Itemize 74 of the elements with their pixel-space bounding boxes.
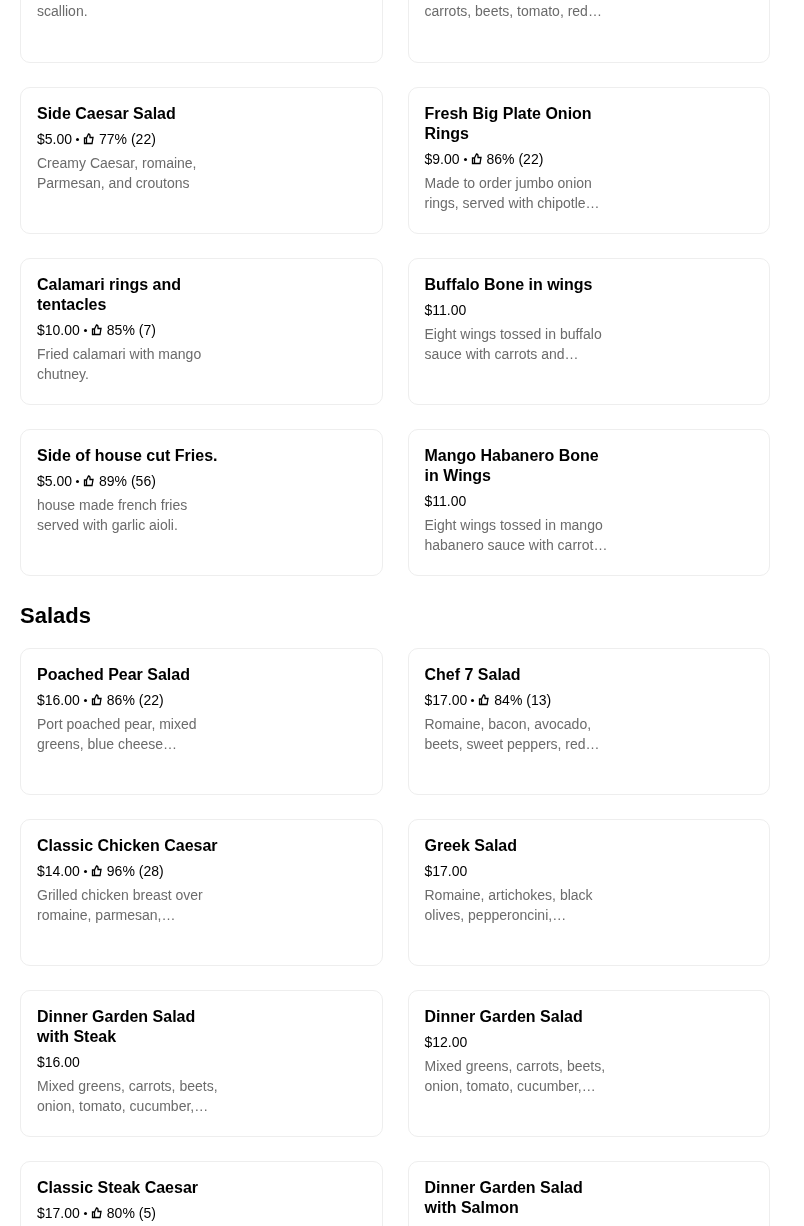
thumbs-up-icon <box>83 133 96 145</box>
item-description: Eight wings tossed in buffalo sauce with carrots and… <box>424 325 603 364</box>
item-name: Greek Salad <box>424 836 518 856</box>
item-rating: 85% (7) <box>106 321 156 340</box>
menu-item-card[interactable]: Fresh Big Plate Onion Rings $9.00 86% (22) Made to order jumbo onion rings, served with chipotle… <box>407 87 770 234</box>
item-name: Fresh Big Plate Onion Rings <box>424 104 593 144</box>
thumbs-up-icon <box>90 324 103 336</box>
thumbs-up-icon <box>478 694 491 706</box>
menu-item-card[interactable]: Dinner Garden Salad with Salmon <box>407 1161 770 1226</box>
item-description: Fried calamari with mango chutney. <box>37 345 203 384</box>
item-rating: 77% (22) <box>99 130 156 149</box>
menu-item-card[interactable]: carrots, beets, tomato, red… <box>407 0 770 63</box>
item-description: house made french fries served with garlic aioli. <box>37 496 189 535</box>
menu-item-card[interactable]: Side Caesar Salad $5.00 77% (22) Creamy Caesar, romaine, Parmesan, and croutons <box>20 87 383 234</box>
item-name: Classic Chicken Caesar <box>37 836 219 856</box>
menu-item-card[interactable]: scallion. <box>20 0 383 63</box>
item-price: $5.00 <box>37 472 73 491</box>
item-price: $16.00 <box>37 1053 80 1072</box>
item-name: Side Caesar Salad <box>37 104 177 124</box>
item-name: Dinner Garden Salad <box>424 1007 584 1027</box>
menu-item-card[interactable]: Side of house cut Fries. $5.00 89% (56) house made french fries served with garlic aioli. <box>20 429 383 576</box>
item-name: Dinner Garden Salad with Steak <box>37 1007 197 1047</box>
item-description: scallion. <box>37 2 89 21</box>
menu-item-card[interactable]: Poached Pear Salad $16.00 86% (22) Port poached pear, mixed greens, blue cheese… <box>20 648 383 795</box>
item-price: $11.00 <box>424 301 467 320</box>
item-price: $9.00 <box>424 150 460 169</box>
item-name: Side of house cut Fries. <box>37 446 219 466</box>
item-rating: 86% (22) <box>486 150 544 169</box>
menu-item-card[interactable]: Mango Habanero Bone in Wings $11.00 Eight wings tossed in mango habanero sauce with carrot… <box>407 429 770 576</box>
item-price: $17.00 <box>424 862 468 881</box>
menu-item-card[interactable]: Classic Steak Caesar $17.00 80% (5) <box>20 1161 383 1226</box>
thumbs-up-icon <box>90 865 103 877</box>
item-description: Creamy Caesar, romaine, Parmesan, and croutons <box>37 154 198 193</box>
item-description: Port poached pear, mixed greens, blue cheese… <box>37 715 198 754</box>
item-name: Buffalo Bone in wings <box>424 275 594 295</box>
item-price: $17.00 <box>37 1204 80 1223</box>
item-price: $16.00 <box>37 691 80 710</box>
item-name: Calamari rings and tentacles <box>37 275 183 315</box>
item-price: $10.00 <box>37 321 80 340</box>
item-price: $5.00 <box>37 130 73 149</box>
item-name: Classic Steak Caesar <box>37 1178 199 1198</box>
item-price: $12.00 <box>424 1033 468 1052</box>
item-description: Romaine, artichokes, black olives, pepperoncini,… <box>424 886 594 925</box>
thumbs-up-icon <box>90 694 103 706</box>
thumbs-up-icon <box>90 1207 103 1219</box>
item-price: $14.00 <box>37 862 80 881</box>
menu-item-card[interactable]: Classic Chicken Caesar $14.00 96% (28) Grilled chicken breast over romaine, parmesan,… <box>20 819 383 966</box>
thumbs-up-icon <box>470 153 483 165</box>
item-rating: 89% (56) <box>99 472 156 491</box>
item-rating: 96% (28) <box>106 862 164 881</box>
item-name: Dinner Garden Salad with Salmon <box>424 1178 584 1218</box>
menu-item-card[interactable]: Dinner Garden Salad with Steak $16.00 Mixed greens, carrots, beets, onion, tomato, cucumber,… <box>20 990 383 1137</box>
item-description: Grilled chicken breast over romaine, parmesan,… <box>37 886 204 925</box>
menu-item-card[interactable]: Chef 7 Salad $17.00 84% (13) Romaine, bacon, avocado, beets, sweet peppers, red… <box>407 648 770 795</box>
menu-item-card[interactable]: Buffalo Bone in wings $11.00 Eight wings tossed in buffalo sauce with carrots and… <box>407 258 770 405</box>
item-price: $17.00 <box>424 691 468 710</box>
menu-item-card[interactable]: Calamari rings and tentacles $10.00 85% (7) Fried calamari with mango chutney. <box>20 258 383 405</box>
menu-item-card[interactable]: Greek Salad $17.00 Romaine, artichokes, black olives, pepperoncini,… <box>407 819 770 966</box>
item-price: $11.00 <box>424 492 467 511</box>
item-name: Chef 7 Salad <box>424 665 522 685</box>
item-rating: 86% (22) <box>106 691 164 710</box>
menu-item-card[interactable]: Dinner Garden Salad $12.00 Mixed greens, carrots, beets, onion, tomato, cucumber,… <box>407 990 770 1137</box>
item-name: Mango Habanero Bone in Wings <box>424 446 600 486</box>
item-rating: 80% (5) <box>106 1204 156 1223</box>
item-description: carrots, beets, tomato, red… <box>424 2 603 21</box>
section-heading: Salads <box>20 602 92 630</box>
item-description: Romaine, bacon, avocado, beets, sweet peppers, red… <box>424 715 601 754</box>
item-description: Mixed greens, carrots, beets, onion, tomato, cucumber,… <box>37 1077 219 1116</box>
item-description: Eight wings tossed in mango habanero sauce with carrot… <box>424 516 609 555</box>
item-description: Mixed greens, carrots, beets, onion, tomato, cucumber,… <box>424 1057 607 1096</box>
item-description: Made to order jumbo onion rings, served with chipotle… <box>424 174 601 213</box>
thumbs-up-icon <box>83 475 96 487</box>
item-rating: 84% (13) <box>494 691 552 710</box>
item-name: Poached Pear Salad <box>37 665 191 685</box>
